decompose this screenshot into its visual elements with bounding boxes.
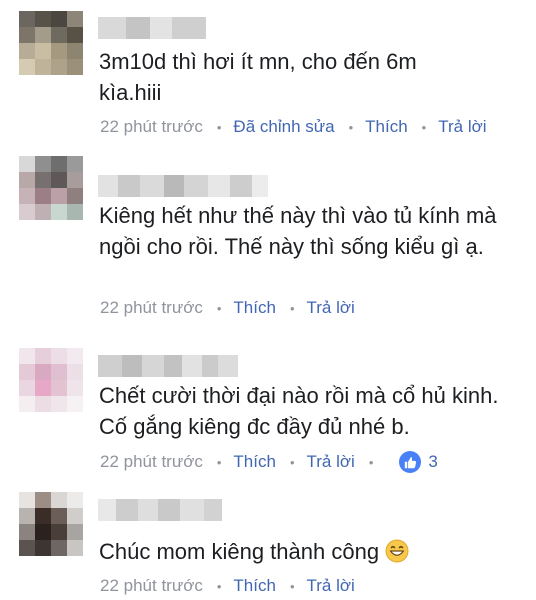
separator-dot: • <box>289 300 295 316</box>
author-name-blurred[interactable] <box>98 172 268 200</box>
separator-dot: • <box>348 119 354 135</box>
separator-dot: • <box>368 454 374 470</box>
grinning-face-icon <box>385 539 409 571</box>
timestamp[interactable]: 22 phút trước <box>100 298 203 318</box>
separator-dot: • <box>216 454 222 470</box>
comment-text: Chúc mom kiêng thành công <box>99 536 519 571</box>
like-button[interactable]: Thích <box>365 117 408 137</box>
comment-text-content: Chúc mom kiêng thành công <box>99 539 380 564</box>
avatar[interactable] <box>19 348 83 412</box>
separator-dot: • <box>216 578 222 594</box>
comment-actions: 22 phút trước • Thích • Trả lời • 3 <box>100 451 438 473</box>
reply-button[interactable]: Trả lời <box>307 452 355 472</box>
reply-button[interactable]: Trả lời <box>307 576 355 596</box>
avatar[interactable] <box>19 11 83 75</box>
avatar[interactable] <box>19 156 83 220</box>
comment-actions: 22 phút trước • Thích • Trả lời <box>100 576 355 596</box>
comment-text: 3m10d thì hơi ít mn, cho đến 6m kìa.hiii <box>99 49 417 105</box>
separator-dot: • <box>289 454 295 470</box>
reply-button[interactable]: Trả lời <box>307 298 355 318</box>
avatar[interactable] <box>19 492 83 556</box>
like-button[interactable]: Thích <box>233 298 276 318</box>
timestamp[interactable]: 22 phút trước <box>100 452 203 472</box>
comment-actions: 22 phút trước • Đã chỉnh sửa • Thích • T… <box>100 117 487 137</box>
separator-dot: • <box>289 578 295 594</box>
comment-text: Kiêng hết như thế này thì vào tủ kính mà… <box>99 203 497 259</box>
reply-button[interactable]: Trả lời <box>438 117 486 137</box>
author-name-blurred[interactable] <box>98 352 238 380</box>
timestamp[interactable]: 22 phút trước <box>100 576 203 596</box>
like-icon[interactable] <box>399 451 422 473</box>
author-name-blurred[interactable] <box>98 496 222 524</box>
like-button[interactable]: Thích <box>233 452 276 472</box>
author-name-blurred[interactable] <box>98 14 206 42</box>
like-button[interactable]: Thích <box>233 576 276 596</box>
separator-dot: • <box>216 300 222 316</box>
comment-actions: 22 phút trước • Thích • Trả lời <box>100 298 355 318</box>
separator-dot: • <box>216 119 222 135</box>
edited-label[interactable]: Đã chỉnh sửa <box>233 117 334 137</box>
timestamp[interactable]: 22 phút trước <box>100 117 203 137</box>
comment-text: Chết cười thời đại nào rồi mà cổ hủ kinh… <box>99 383 499 439</box>
reaction-count[interactable]: 3 <box>428 452 437 472</box>
separator-dot: • <box>421 119 427 135</box>
